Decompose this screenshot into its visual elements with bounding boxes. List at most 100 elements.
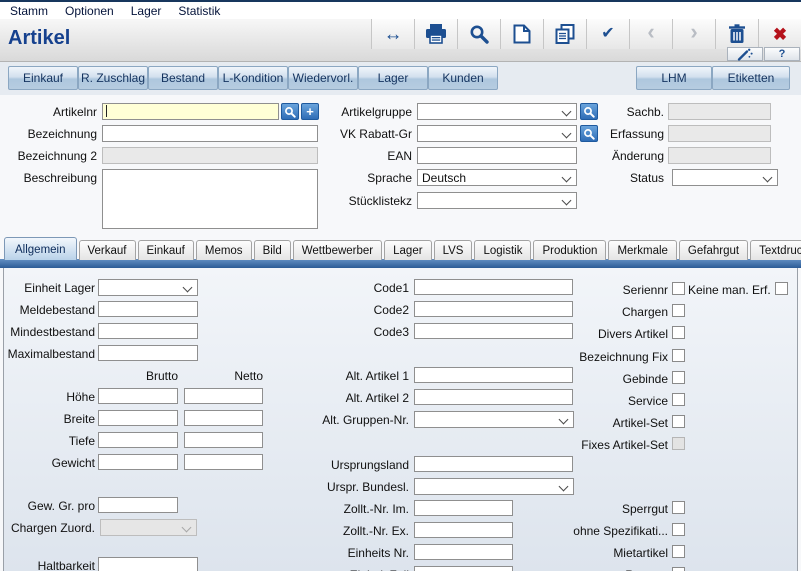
- new-record-button[interactable]: [500, 19, 543, 49]
- alt-gruppen-nr-label: Alt. Gruppen-Nr.: [290, 413, 409, 428]
- tab-bild[interactable]: Bild: [254, 240, 291, 260]
- artikelgruppe-select[interactable]: [417, 103, 577, 120]
- resize-button[interactable]: ↔: [371, 19, 414, 49]
- tiefe-netto-input[interactable]: [184, 432, 263, 448]
- gebinde-checkbox[interactable]: [672, 371, 685, 384]
- artikelnr-add-button[interactable]: +: [301, 103, 319, 120]
- help-button[interactable]: ?: [764, 47, 800, 61]
- tab-verkauf[interactable]: Verkauf: [79, 240, 136, 260]
- tab-lager[interactable]: Lager: [384, 240, 431, 260]
- breite-netto-input[interactable]: [184, 410, 263, 426]
- quickbar-button-wiedervorl[interactable]: Wiedervorl.: [288, 66, 358, 90]
- tab-textdruck[interactable]: Textdruck: [750, 240, 801, 260]
- quickbar-button-lhm[interactable]: LHM: [636, 66, 712, 90]
- keine-man-erf-checkbox[interactable]: [775, 282, 788, 295]
- close-button[interactable]: ✖: [758, 19, 801, 49]
- divers-artikel-checkbox[interactable]: [672, 326, 685, 339]
- gewicht-netto-input[interactable]: [184, 454, 263, 470]
- search-button[interactable]: [457, 19, 500, 49]
- delete-button[interactable]: [715, 19, 758, 49]
- urspr-bundesl-select[interactable]: [414, 478, 574, 495]
- retoure-checkbox[interactable]: [672, 567, 685, 571]
- stuecklistekz-select[interactable]: [417, 192, 577, 209]
- vk-rabatt-gr-select[interactable]: [417, 125, 577, 142]
- bezeichnung-fix-checkbox[interactable]: [672, 349, 685, 362]
- quickbar-button-l-kondition[interactable]: L-Kondition: [218, 66, 288, 90]
- artikel-set-checkbox[interactable]: [672, 415, 685, 428]
- tab-lvs[interactable]: LVS: [434, 240, 473, 260]
- service-checkbox[interactable]: [672, 393, 685, 406]
- tab-einkauf[interactable]: Einkauf: [138, 240, 194, 260]
- hoehe-netto-input[interactable]: [184, 388, 263, 404]
- chargen-checkbox[interactable]: [672, 304, 685, 317]
- beschreibung-textarea[interactable]: [102, 169, 318, 229]
- magic-wand-icon: [737, 48, 753, 61]
- quickbar-button-kunden[interactable]: Kunden: [428, 66, 498, 90]
- einheit-zoll-input[interactable]: [414, 566, 513, 571]
- quickbar-button-r-zuschlag[interactable]: R. Zuschlag: [78, 66, 148, 90]
- einheits-nr-input[interactable]: [414, 544, 513, 560]
- ean-label: EAN: [320, 149, 412, 164]
- mindestbestand-input[interactable]: [98, 323, 198, 339]
- tab-gefahrgut[interactable]: Gefahrgut: [679, 240, 748, 260]
- ursprungsland-input[interactable]: [414, 456, 573, 472]
- ean-input[interactable]: [417, 147, 577, 164]
- artikelnr-lookup-button[interactable]: [281, 103, 299, 120]
- menu-item-statistik[interactable]: Statistik: [178, 4, 220, 18]
- bezeichnung2-input: [102, 147, 318, 164]
- tab-wettbewerber[interactable]: Wettbewerber: [293, 240, 382, 260]
- print-button[interactable]: [414, 19, 457, 49]
- menu-item-lager[interactable]: Lager: [131, 4, 162, 18]
- maximalbestand-input[interactable]: [98, 345, 198, 361]
- menu-item-optionen[interactable]: Optionen: [65, 4, 114, 18]
- zollt-nr-im-input[interactable]: [414, 500, 513, 516]
- zollt-nr-im-label: Zollt.-Nr. Im.: [290, 502, 409, 517]
- meldebestand-label: Meldebestand: [10, 303, 95, 318]
- alt-artikel2-label: Alt. Artikel 2: [290, 391, 409, 406]
- code2-label: Code2: [290, 303, 409, 318]
- ohne-spezifikation-checkbox[interactable]: [672, 523, 685, 536]
- gew-gr-pro-input[interactable]: [98, 497, 178, 513]
- quickbar-button-einkauf[interactable]: Einkauf: [8, 66, 78, 90]
- tab-merkmale[interactable]: Merkmale: [608, 240, 676, 260]
- sachb-field: [668, 103, 771, 120]
- hoehe-brutto-input[interactable]: [98, 388, 178, 404]
- previous-record-button[interactable]: ‹: [629, 19, 672, 49]
- tab-produktion[interactable]: Produktion: [533, 240, 606, 260]
- code1-label: Code1: [290, 281, 409, 296]
- bezeichnung-input[interactable]: [102, 125, 318, 142]
- aenderung-label: Änderung: [570, 149, 664, 164]
- artikelgruppe-label: Artikelgruppe: [320, 105, 412, 120]
- copy-button[interactable]: [543, 19, 586, 49]
- zollt-nr-ex-input[interactable]: [414, 522, 513, 538]
- mietartikel-checkbox[interactable]: [672, 545, 685, 558]
- tab-allgemein[interactable]: Allgemein: [4, 237, 77, 260]
- sprache-select[interactable]: Deutsch: [417, 169, 577, 186]
- sperrgut-checkbox[interactable]: [672, 501, 685, 514]
- check-icon: ✔: [601, 26, 614, 42]
- menu-item-stamm[interactable]: Stamm: [10, 4, 48, 18]
- confirm-button[interactable]: ✔: [586, 19, 629, 49]
- meldebestand-input[interactable]: [98, 301, 198, 317]
- einheit-lager-select[interactable]: [98, 279, 198, 296]
- zollt-nr-ex-label: Zollt.-Nr. Ex.: [290, 524, 409, 539]
- haltbarkeit-label: Haltbarkeit: [10, 559, 95, 571]
- tab-memos[interactable]: Memos: [196, 240, 252, 260]
- quickbar-button-etiketten[interactable]: Etiketten: [712, 66, 790, 90]
- quickbar-button-lager[interactable]: Lager: [358, 66, 428, 90]
- next-record-button[interactable]: ›: [672, 19, 715, 49]
- tiefe-brutto-input[interactable]: [98, 432, 178, 448]
- artikelnr-input[interactable]: [102, 103, 279, 120]
- fixes-artikel-set-label: Fixes Artikel-Set: [545, 438, 668, 453]
- chargen-zuord-select: [100, 519, 197, 536]
- haltbarkeit-input[interactable]: [98, 557, 198, 571]
- urspr-bundesl-label: Urspr. Bundesl.: [290, 480, 409, 495]
- breite-brutto-input[interactable]: [98, 410, 178, 426]
- gewicht-brutto-input[interactable]: [98, 454, 178, 470]
- quickbar-button-bestand[interactable]: Bestand: [148, 66, 218, 90]
- wizard-button[interactable]: [727, 47, 763, 61]
- tab-logistik[interactable]: Logistik: [474, 240, 531, 260]
- text-caret: [106, 105, 107, 117]
- seriennr-checkbox[interactable]: [672, 282, 685, 295]
- status-select[interactable]: [672, 169, 778, 186]
